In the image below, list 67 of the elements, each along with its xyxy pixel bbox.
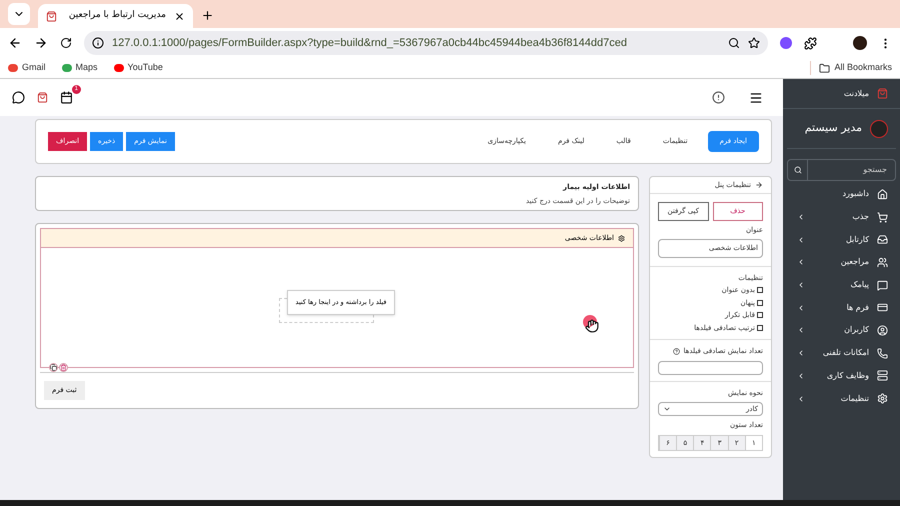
bookmark-link[interactable]: Gmail (8, 61, 46, 75)
cart-icon (877, 212, 888, 223)
bookmark-star-icon[interactable] (748, 37, 760, 49)
settings-icon (877, 393, 888, 404)
tab-title: مدیریت ارتباط با مراجعین (68, 9, 166, 22)
user-avatar (870, 120, 888, 138)
sidebar-item[interactable]: کارتابل (783, 228, 900, 252)
forward-icon[interactable] (34, 36, 48, 50)
phone-icon (877, 348, 888, 359)
card-icon (877, 302, 888, 314)
sidebar-item[interactable]: تنظیمات (783, 387, 900, 410)
chat-icon[interactable] (12, 91, 25, 104)
sidebar-item[interactable]: وظایف کاری (783, 364, 900, 388)
bookmark-icon (114, 64, 124, 72)
users-icon (877, 256, 888, 268)
user-icon (877, 324, 888, 336)
trash-icon[interactable] (59, 363, 68, 372)
bookmark-link[interactable]: YouTube (114, 61, 163, 75)
site-info-icon[interactable] (92, 37, 104, 49)
menu-icon[interactable] (749, 90, 763, 104)
alert-icon[interactable] (712, 91, 725, 104)
sidebar-item[interactable]: پیامک (783, 274, 900, 296)
bookmark-icon (8, 64, 18, 72)
sidebar-item[interactable]: فرم ها (783, 296, 900, 320)
brand-name[interactable]: میلادنت (844, 88, 869, 100)
reload-icon[interactable] (60, 37, 72, 49)
new-tab-icon[interactable] (201, 9, 214, 22)
sidebar-item[interactable]: جذب (783, 206, 900, 228)
url-text: 127.0.0.1:1000/pages/FormBuilder.aspx?type=build&rnd_=5367967a0cb44bc45944bea4b36f8144dd7ced (112, 36, 628, 51)
inbox-icon (877, 234, 888, 246)
logo-icon (877, 88, 888, 99)
help-icon[interactable] (672, 348, 680, 355)
hand-cursor-icon (585, 319, 599, 333)
checkbox[interactable] (757, 300, 763, 306)
favicon-icon (46, 10, 57, 22)
folder-icon (819, 62, 830, 74)
arrow-icon[interactable] (755, 181, 763, 189)
sidebar-item[interactable]: داشبورد (783, 183, 900, 206)
copy-icon[interactable] (49, 363, 58, 372)
home-icon (877, 188, 888, 200)
user-name[interactable]: مدیر سیستم (804, 120, 862, 137)
extension-icon[interactable] (780, 37, 792, 49)
bookmark-icon (62, 64, 72, 72)
sidebar-item[interactable]: مراجعین (783, 251, 900, 274)
bookmark-link[interactable]: Maps (62, 61, 98, 75)
search-field[interactable]: جستجو (787, 159, 896, 181)
browser-tab[interactable]: مدیریت ارتباط با مراجعین (38, 4, 193, 28)
checkbox[interactable] (757, 312, 763, 318)
sidebar-item[interactable]: امکانات تلفنی (783, 342, 900, 364)
all-bookmarks-link[interactable]: All Bookmarks (834, 61, 892, 75)
profile-icon[interactable] (853, 36, 867, 50)
chat-bubble-icon (877, 280, 888, 291)
checkbox[interactable] (757, 324, 763, 331)
back-icon[interactable] (8, 36, 22, 50)
gear-icon[interactable] (618, 234, 625, 242)
calendar-icon[interactable] (60, 91, 73, 104)
caret-icon (663, 405, 671, 413)
address-bar[interactable]: 127.0.0.1:1000/pages/FormBuilder.aspx?type=build&rnd_=5367967a0cb44bc45944bea4b36f8144dd7ced (84, 31, 768, 55)
cart-icon[interactable] (37, 92, 48, 103)
extensions-icon[interactable] (804, 36, 817, 50)
close-icon[interactable] (174, 10, 185, 22)
server-icon (877, 370, 888, 382)
zoom-icon[interactable] (728, 37, 740, 49)
sidebar-item[interactable]: کاربران (783, 319, 900, 342)
checkbox[interactable] (757, 287, 763, 294)
search-icon[interactable] (794, 166, 802, 174)
tab-list-button[interactable] (8, 3, 30, 25)
